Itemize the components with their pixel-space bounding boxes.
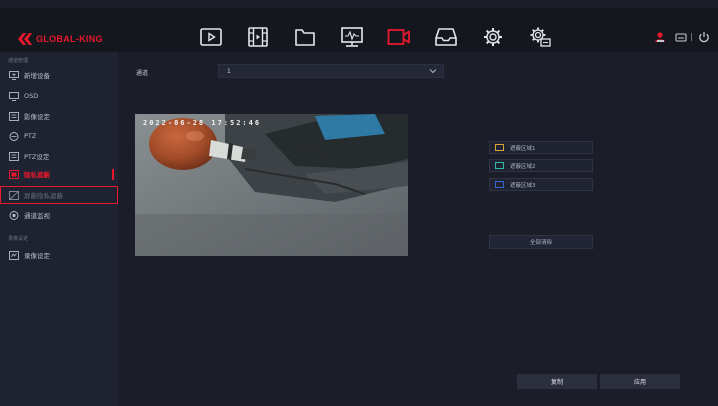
sidebar-item-label: 通道监视	[24, 212, 50, 220]
record-settings-icon	[9, 250, 19, 260]
sidebar-item-channel-view[interactable]: 通道监视	[0, 207, 118, 223]
sidebar-section-channel: 通道管理	[8, 58, 29, 64]
sidebar-item-label: OSD	[24, 92, 39, 100]
camera-frame-image	[135, 114, 408, 256]
zone-label: 遮蔽区域3	[510, 182, 536, 189]
osd-timestamp: 2022-06-28 17:52:46	[143, 119, 262, 127]
sidebar-item-privacy-mask[interactable]: 隐私遮蔽	[0, 166, 118, 182]
network-monitor-icon[interactable]	[340, 26, 364, 48]
app-window: GLOBAL-KING 通道管理 新增设备 OSD 影像设定 PTZ PTZ设定…	[0, 0, 718, 406]
channel-view-icon	[9, 210, 19, 220]
sidebar-item-label: 屏蔽隐私遮蔽	[24, 192, 63, 200]
sidebar-item-label: 隐私遮蔽	[24, 171, 50, 179]
ptz-icon	[9, 131, 19, 141]
sidebar-section-record: 录像设定	[8, 236, 29, 242]
channel-select[interactable]: 1	[218, 64, 444, 78]
zone-label: 遮蔽区域1	[510, 145, 536, 152]
zone-color-swatch	[495, 181, 504, 188]
settings-gear-icon[interactable]	[481, 26, 505, 48]
sidebar: 通道管理 新增设备 OSD 影像设定 PTZ PTZ设定 隐私遮蔽 屏蔽隐私遮蔽…	[0, 52, 118, 406]
main-content: 通道 1 2022-06-28 17:52:46 遮蔽区域1 遮蔽区域2 遮蔽区…	[118, 52, 718, 406]
sidebar-item-label: PTZ	[24, 132, 37, 140]
camera-preview[interactable]: 2022-06-28 17:52:46	[135, 114, 408, 256]
system-settings-icon[interactable]	[528, 26, 552, 48]
sidebar-item-label: 新增设备	[24, 72, 50, 80]
brand-name: GLOBAL-KING	[36, 34, 103, 44]
zone-label: 遮蔽区域2	[510, 163, 536, 170]
zone-color-swatch	[495, 144, 504, 151]
clear-all-button[interactable]: 全部清除	[489, 235, 593, 249]
hdd-icon[interactable]	[675, 30, 687, 44]
sidebar-item-label: PTZ设定	[24, 153, 50, 161]
copy-button[interactable]: 复制	[517, 374, 597, 389]
sidebar-item-image-settings[interactable]: 影像设定	[0, 108, 118, 124]
sidebar-item-osd[interactable]: OSD	[0, 88, 118, 104]
mask-zone-3[interactable]: 遮蔽区域3	[489, 178, 593, 191]
sidebar-item-record-settings[interactable]: 录像设定	[0, 247, 118, 263]
mask-zone-1[interactable]: 遮蔽区域1	[489, 141, 593, 154]
camera-icon[interactable]	[387, 26, 411, 48]
folder-icon[interactable]	[293, 26, 317, 48]
add-device-icon	[9, 70, 19, 80]
mask-zone-2[interactable]: 遮蔽区域2	[489, 159, 593, 172]
sidebar-item-privacy-mask-disable[interactable]: 屏蔽隐私遮蔽	[0, 186, 118, 204]
active-indicator	[112, 169, 114, 180]
channel-label: 通道	[136, 70, 149, 77]
brand-logo: GLOBAL-KING	[18, 31, 103, 47]
privacy-mask-icon	[9, 169, 19, 179]
storage-icon[interactable]	[434, 26, 458, 48]
alarm-user-icon[interactable]	[654, 30, 666, 44]
apply-button[interactable]: 应用	[600, 374, 680, 389]
privacy-disabled-icon	[9, 190, 19, 200]
zone-color-swatch	[495, 162, 504, 169]
brand-mark-icon	[18, 33, 32, 45]
chevron-down-icon	[429, 69, 437, 74]
film-icon[interactable]	[246, 26, 270, 48]
image-settings-icon	[9, 111, 19, 121]
divider	[690, 30, 693, 44]
sidebar-item-label: 录像设定	[24, 252, 50, 260]
playback-icon[interactable]	[199, 26, 223, 48]
ptz-settings-icon	[9, 151, 19, 161]
sidebar-item-ptz[interactable]: PTZ	[0, 128, 118, 144]
osd-monitor-icon	[9, 91, 19, 101]
sidebar-item-label: 影像设定	[24, 113, 50, 121]
top-bar: GLOBAL-KING	[0, 8, 718, 52]
channel-select-value: 1	[227, 68, 231, 75]
sidebar-item-add-device[interactable]: 新增设备	[0, 67, 118, 83]
power-icon[interactable]	[698, 30, 710, 44]
sidebar-item-ptz-settings[interactable]: PTZ设定	[0, 148, 118, 164]
